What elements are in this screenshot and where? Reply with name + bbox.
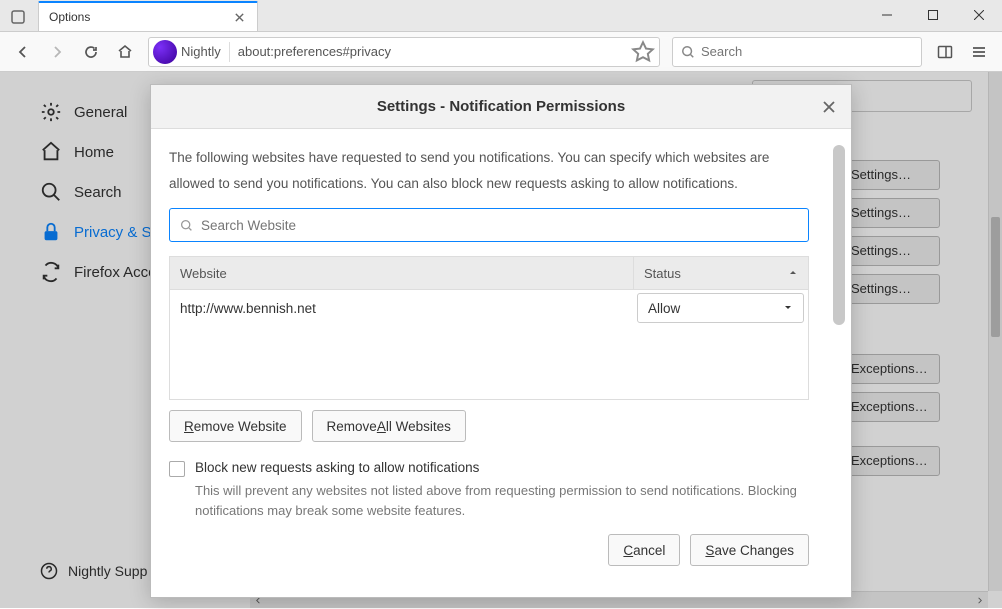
remove-website-button[interactable]: Remove Website bbox=[169, 410, 302, 442]
bookmark-star-icon[interactable] bbox=[631, 40, 655, 64]
url-text: about:preferences#privacy bbox=[238, 44, 631, 59]
browser-tab[interactable]: Options bbox=[38, 1, 258, 31]
sort-icon bbox=[788, 266, 798, 281]
close-icon[interactable] bbox=[231, 9, 247, 25]
reload-button[interactable] bbox=[76, 37, 106, 67]
nightly-icon bbox=[153, 40, 177, 64]
chevron-down-icon bbox=[783, 301, 793, 316]
search-icon bbox=[681, 45, 695, 59]
forward-button[interactable] bbox=[42, 37, 72, 67]
minimize-button[interactable] bbox=[864, 0, 910, 31]
website-search[interactable] bbox=[169, 208, 809, 242]
block-requests-desc: This will prevent any websites not liste… bbox=[195, 481, 825, 520]
home-button[interactable] bbox=[110, 37, 140, 67]
save-button[interactable]: Save Changes bbox=[690, 534, 809, 566]
nightly-label: Nightly bbox=[181, 44, 221, 59]
website-cell: http://www.bennish.net bbox=[170, 301, 633, 316]
notification-permissions-dialog: Settings - Notification Permissions The … bbox=[150, 84, 852, 598]
block-requests-checkbox[interactable] bbox=[169, 461, 185, 477]
table-header: Website Status bbox=[169, 256, 809, 290]
sidebar-toggle-icon[interactable] bbox=[930, 37, 960, 67]
url-bar[interactable]: Nightly about:preferences#privacy bbox=[148, 37, 660, 67]
table-row[interactable]: http://www.bennish.net Allow bbox=[170, 290, 808, 326]
cancel-button[interactable]: Cancel bbox=[608, 534, 680, 566]
dialog-header: Settings - Notification Permissions bbox=[151, 85, 851, 129]
dialog-title: Settings - Notification Permissions bbox=[377, 98, 625, 115]
tab-title: Options bbox=[49, 10, 231, 24]
newtab-icon[interactable] bbox=[10, 9, 26, 25]
search-bar[interactable] bbox=[672, 37, 922, 67]
maximize-button[interactable] bbox=[910, 0, 956, 31]
permissions-table: http://www.bennish.net Allow bbox=[169, 290, 809, 400]
menu-button[interactable] bbox=[964, 37, 994, 67]
remove-all-button[interactable]: Remove All Websites bbox=[312, 410, 466, 442]
close-window-button[interactable] bbox=[956, 0, 1002, 31]
status-dropdown[interactable]: Allow bbox=[637, 293, 804, 323]
search-input[interactable] bbox=[701, 44, 913, 59]
status-value: Allow bbox=[648, 301, 680, 316]
dialog-scrollbar[interactable] bbox=[833, 145, 845, 405]
block-requests-label: Block new requests asking to allow notif… bbox=[195, 460, 479, 475]
titlebar: Options bbox=[0, 0, 1002, 32]
dialog-close-button[interactable] bbox=[819, 97, 839, 117]
search-icon bbox=[180, 219, 193, 232]
dialog-description: The following websites have requested to… bbox=[169, 145, 825, 196]
back-button[interactable] bbox=[8, 37, 38, 67]
window-controls bbox=[864, 0, 1002, 31]
column-website[interactable]: Website bbox=[170, 266, 633, 281]
nav-toolbar: Nightly about:preferences#privacy bbox=[0, 32, 1002, 72]
column-status[interactable]: Status bbox=[633, 257, 808, 289]
website-search-input[interactable] bbox=[201, 218, 798, 233]
